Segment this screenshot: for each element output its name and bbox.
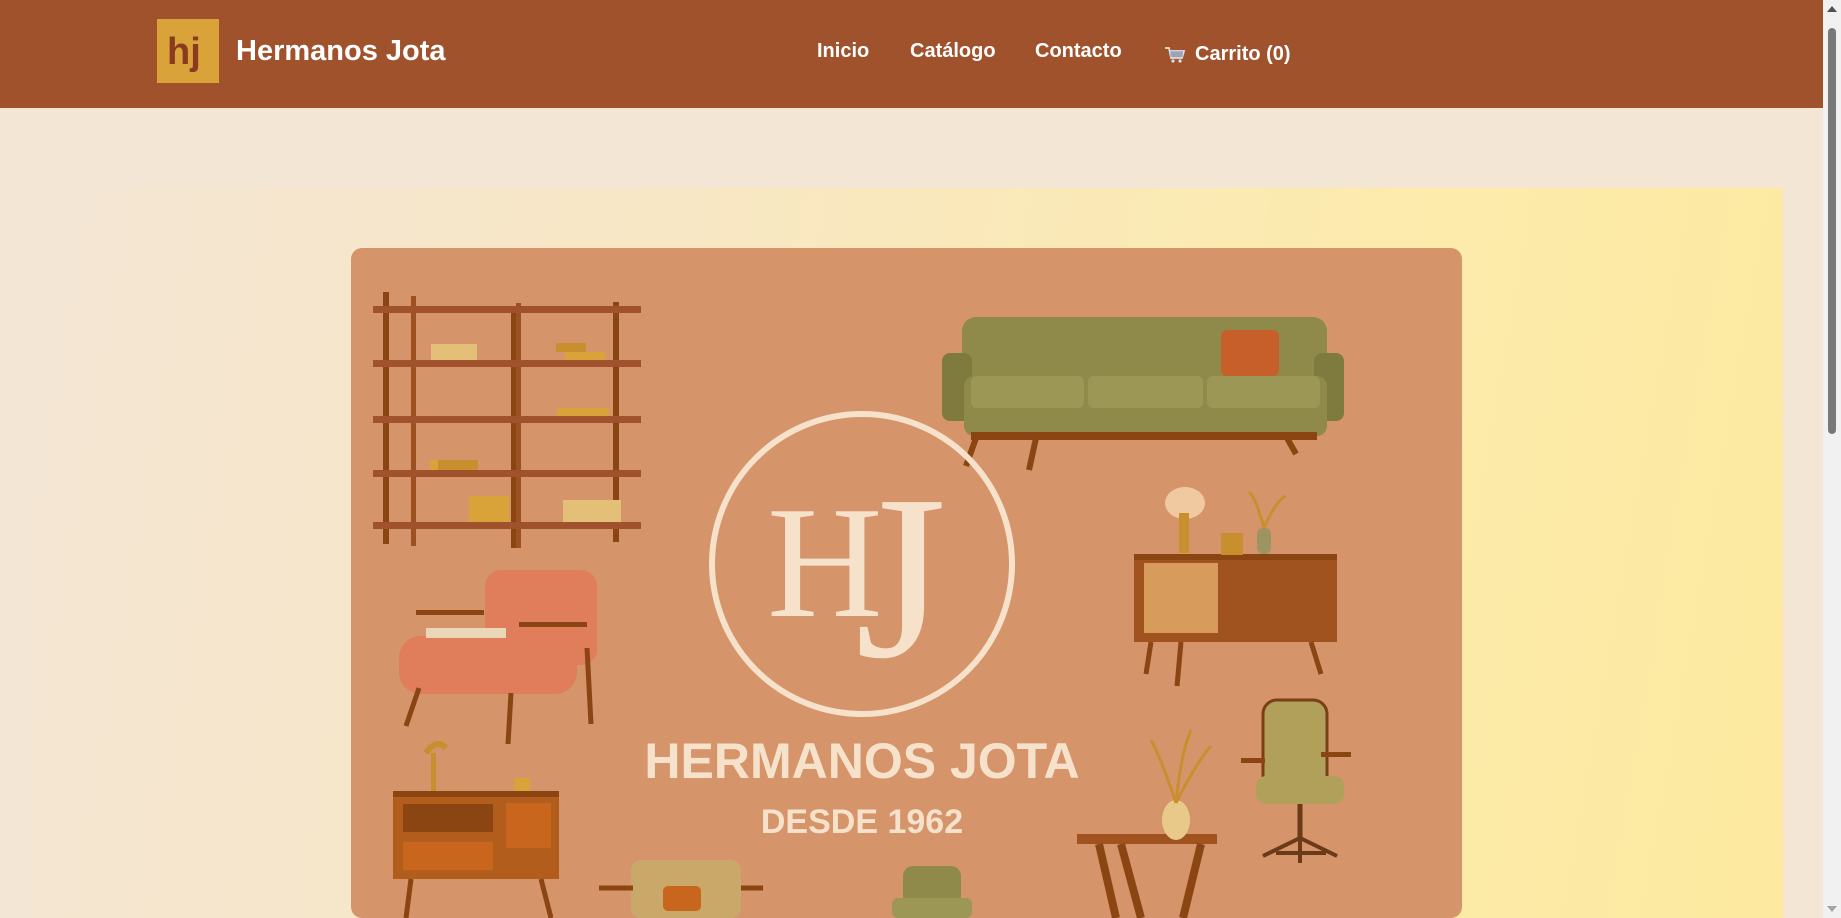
desk-illustration: [393, 741, 559, 918]
cart-link[interactable]: Carrito (0): [1164, 43, 1291, 66]
logo-text: hj: [167, 31, 201, 73]
furniture-collage-illustration: H J HERMANOS JOTA DESDE 1962: [373, 292, 1351, 918]
monogram-emblem: H J: [709, 411, 1015, 717]
nav-inicio[interactable]: Inicio: [817, 40, 869, 63]
nav-contacto[interactable]: Contacto: [1035, 40, 1122, 63]
scroll-down-arrow-icon[interactable]: [1827, 906, 1837, 912]
sofa-illustration: [942, 317, 1344, 471]
bookshelf-illustration: [373, 292, 641, 548]
scroll-thumb[interactable]: [1828, 28, 1836, 434]
page-scrollbar[interactable]: [1823, 0, 1841, 918]
hero-image: H J HERMANOS JOTA DESDE 1962: [351, 248, 1462, 918]
cart-label: Carrito (0): [1195, 43, 1291, 65]
nav-catalogo[interactable]: Catálogo: [910, 40, 996, 63]
hero-title: HERMANOS JOTA: [644, 733, 1079, 789]
sideboard-illustration: [1134, 487, 1337, 687]
hj-monogram-logo-icon: hj: [167, 31, 201, 73]
logo[interactable]: hj: [157, 19, 219, 83]
brand[interactable]: hj Hermanos Jota: [157, 19, 446, 83]
armchair-illustration: [399, 570, 597, 745]
site-navbar: hj Hermanos Jota Inicio Catálogo Contact…: [0, 0, 1823, 108]
hero-subtitle: DESDE 1962: [761, 803, 963, 841]
loveseat-illustration: [599, 860, 763, 918]
office-chair-illustration: [1241, 698, 1351, 863]
monogram-j: J: [855, 447, 946, 707]
side-table-illustration: [1077, 729, 1217, 918]
brand-name[interactable]: Hermanos Jota: [236, 35, 446, 68]
side-chair-illustration: [892, 866, 972, 918]
scroll-up-arrow-icon[interactable]: [1827, 6, 1837, 12]
cart-icon: [1164, 46, 1186, 64]
